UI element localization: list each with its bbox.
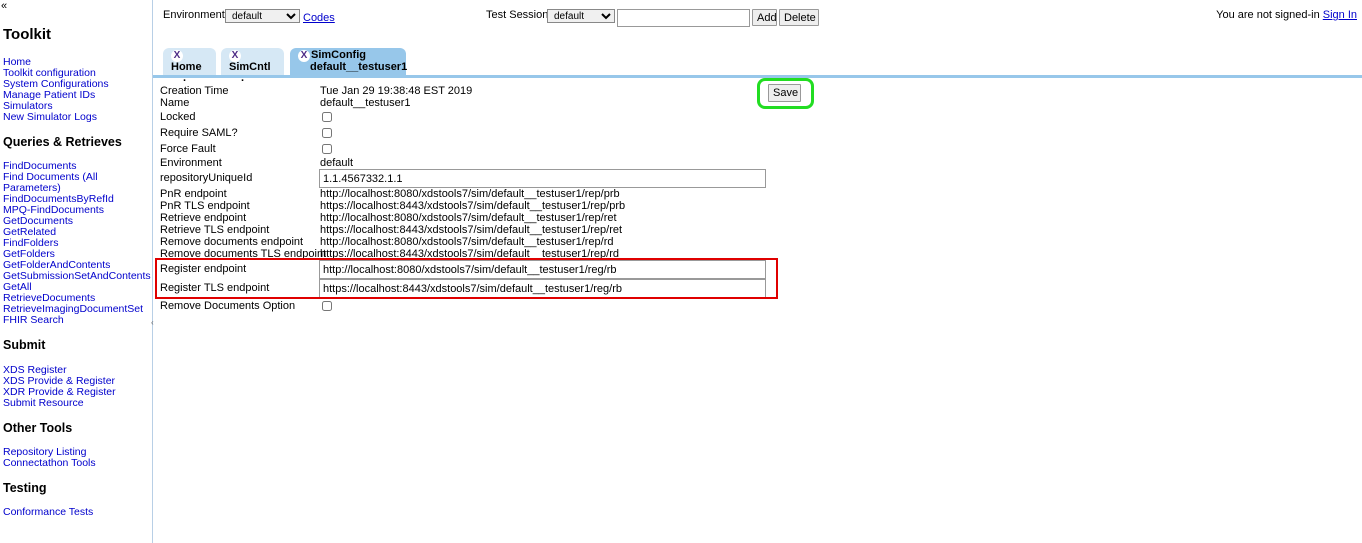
remove-documents-option-checkbox[interactable] [322,301,332,311]
creation-time-value: Tue Jan 29 19:38:48 EST 2019 [320,85,473,97]
testing-heading: Testing [3,481,47,495]
nav-submit-resource[interactable]: Submit Resource [3,398,152,409]
submit-heading: Submit [3,338,46,352]
retrieve-endpoint-label: Retrieve endpoint [160,212,247,224]
tab-bar-divider [153,75,1362,78]
nav-other-tools: Repository Listing Connectathon Tools [3,447,152,469]
nav-queries: FindDocuments Find Documents (All Parame… [3,161,152,326]
environment-field-label: Environment [160,157,222,169]
tab-home-label: Home [171,61,202,73]
save-button[interactable]: Save [768,84,801,102]
environment-label: Environment: [163,9,228,21]
name-label: Name [160,97,190,109]
sign-in-link[interactable]: Sign In [1323,9,1357,21]
delete-test-session-button[interactable]: Delete [779,9,819,26]
locked-checkbox[interactable] [322,112,332,122]
sidebar-title: Toolkit [3,26,52,43]
register-endpoint-input[interactable] [319,260,766,279]
collapse-sidebar-button[interactable]: « [1,1,7,12]
nav-new-simulator-logs[interactable]: New Simulator Logs [3,112,152,123]
tab-simconfig-label: SimConfig [311,49,366,61]
locked-label: Locked [160,111,196,123]
test-session-input[interactable] [617,9,750,27]
tab-simconfig[interactable]: X SimConfig default__testuser1 [290,48,408,75]
remove-documents-tls-endpoint-label: Remove documents TLS endpoint [160,248,327,260]
codes-link[interactable]: Codes [303,12,335,24]
remove-documents-option-label: Remove Documents Option [160,300,296,312]
pnr-tls-endpoint-label: PnR TLS endpoint [160,200,250,212]
environment-select[interactable]: default [225,9,300,23]
require-saml-checkbox[interactable] [322,128,332,138]
tab-home[interactable]: XHome . [163,48,216,84]
signin-status-text: You are not signed-in [1216,9,1320,21]
tab-simconfig-sub: default__testuser1 [310,61,408,73]
signin-status: You are not signed-in Sign In [1216,9,1357,21]
tab-simcntl[interactable]: XSimCntl . [221,48,284,84]
test-session-select[interactable]: default [547,9,615,23]
force-fault-checkbox[interactable] [322,144,332,154]
nav-submit: XDS Register XDS Provide & Register XDR … [3,365,152,409]
nav-main: Home Toolkit configuration System Config… [3,57,152,123]
sidebar: « Toolkit Home Toolkit configuration Sys… [0,0,153,543]
retrieve-tls-endpoint-value: https://localhost:8443/xdstools7/sim/def… [320,224,623,236]
repository-unique-id-input[interactable] [319,169,766,188]
nav-connectathon-tools[interactable]: Connectathon Tools [3,458,152,469]
sidebar-resize-handle[interactable]: ‹ [151,318,154,327]
test-session-label: Test Session: [486,9,552,21]
environment-field-value: default [320,157,354,169]
close-tab-simconfig-icon[interactable]: X [298,50,310,62]
retrieve-tls-endpoint-label: Retrieve TLS endpoint [160,224,270,236]
require-saml-label: Require SAML? [160,127,238,139]
remove-documents-endpoint-label: Remove documents endpoint [160,236,304,248]
remove-documents-endpoint-value: http://localhost:8080/xdstools7/sim/defa… [320,236,614,248]
add-test-session-button[interactable]: Add [752,9,777,26]
name-value: default__testuser1 [320,97,411,109]
retrieve-endpoint-value: http://localhost:8080/xdstools7/sim/defa… [320,212,617,224]
other-tools-heading: Other Tools [3,421,73,435]
remove-documents-tls-endpoint-value: https://localhost:8443/xdstools7/sim/def… [320,248,620,260]
nav-testing: Conformance Tests [3,507,152,518]
repository-unique-id-label: repositoryUniqueId [160,172,253,184]
pnr-endpoint-label: PnR endpoint [160,188,227,200]
queries-heading: Queries & Retrieves [3,135,122,149]
tab-simcntl-label: SimCntl [229,61,271,73]
nav-fhir-search[interactable]: FHIR Search [3,315,152,326]
force-fault-label: Force Fault [160,143,216,155]
creation-time-label: Creation Time [160,85,229,97]
register-tls-endpoint-input[interactable] [319,279,766,298]
register-tls-endpoint-label: Register TLS endpoint [160,282,270,294]
pnr-endpoint-value: http://localhost:8080/xdstools7/sim/defa… [320,188,620,200]
nav-conformance-tests[interactable]: Conformance Tests [3,507,152,518]
register-endpoint-label: Register endpoint [160,263,247,275]
pnr-tls-endpoint-value: https://localhost:8443/xdstools7/sim/def… [320,200,626,212]
